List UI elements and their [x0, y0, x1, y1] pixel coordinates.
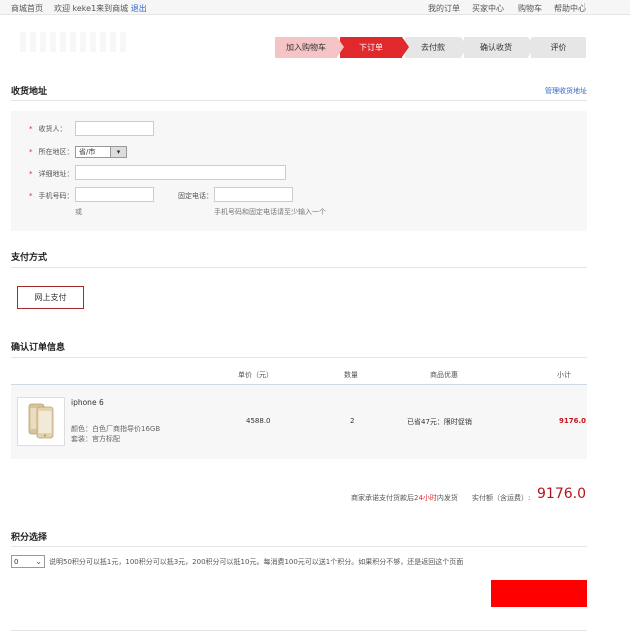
phone-hint: 手机号码和固定电话请至少输入一个 [214, 208, 326, 216]
welcome-label: 欢迎 keke1来到商城 [54, 4, 129, 13]
buyer-center-link[interactable]: 买家中心 [472, 3, 504, 14]
address-divider [11, 100, 587, 101]
mobile-label: * 手机号码： [29, 192, 74, 200]
topbar-divider [584, 3, 585, 12]
my-orders-link[interactable]: 我的订单 [428, 3, 460, 14]
price-header: 单价（元） [238, 371, 273, 379]
detail-address-input[interactable] [75, 165, 286, 180]
payment-divider [11, 267, 587, 268]
receiver-input[interactable] [75, 121, 154, 136]
region-select[interactable]: 省/市 ▾ [75, 146, 127, 158]
delivery-promise-prefix: 商家承诺支付货款后 [351, 494, 414, 502]
total-amount: 9176.0 [537, 486, 586, 502]
discount-header: 商品优惠 [430, 371, 458, 379]
or-text: 或 [75, 208, 82, 216]
bottom-divider [11, 630, 587, 631]
receiver-label: * 收货人： [29, 125, 67, 133]
welcome-text: 欢迎 keke1来到商城 退出 [54, 3, 147, 14]
points-select[interactable]: 0 ⌄ [11, 555, 45, 568]
phone-image [28, 403, 54, 439]
order-section-title: 确认订单信息 [11, 343, 66, 353]
phone-label: 固定电话： [178, 192, 213, 200]
manage-address-link[interactable]: 管理收货地址 [545, 86, 587, 96]
step-place-order-label: 下订单 [359, 43, 383, 52]
points-note: 说明50积分可以抵1元，100积分可以抵3元，200积分可以抵10元。每消费10… [49, 558, 464, 566]
unit-price: 4588.0 [246, 417, 271, 425]
order-steps: 加入购物车 下订单 去付款 确认收货 评价 [275, 37, 589, 58]
logout-link[interactable]: 退出 [131, 4, 147, 13]
discount-value: 已省47元：限时促销 [407, 418, 472, 426]
total-label: 实付额（含运费）: [472, 494, 531, 502]
chevron-down-icon: ▾ [110, 147, 126, 157]
step-pay: 去付款 [405, 37, 468, 58]
online-payment-option[interactable]: 网上支付 [17, 286, 84, 309]
help-center-link[interactable]: 帮助中心 [554, 3, 586, 14]
delivery-promise-suffix: 内发货 [436, 494, 458, 502]
quantity-value: 2 [350, 417, 355, 425]
mobile-label-text: 手机号码： [38, 192, 74, 200]
product-color: 颜色：白色厂商指导价16GB [71, 425, 161, 433]
product-package: 套装：官方标配 [71, 435, 120, 443]
chevron-down-icon: ⌄ [35, 557, 42, 566]
step-review: 评价 [531, 37, 586, 58]
mobile-input[interactable] [75, 187, 154, 202]
points-section-title: 积分选择 [11, 533, 48, 543]
submit-order-button[interactable] [491, 580, 587, 607]
step-place-order: 下订单 [340, 37, 409, 58]
top-links: 我的订单 买家中心 购物车 帮助中心 [416, 3, 586, 14]
product-name[interactable]: iphone 6 [71, 398, 104, 407]
order-item-row [11, 384, 587, 459]
home-link[interactable]: 商城首页 [11, 3, 43, 14]
points-select-value: 0 [14, 557, 19, 566]
step-review-label: 评价 [550, 43, 567, 52]
order-divider [11, 357, 587, 358]
points-divider [11, 546, 587, 547]
step-add-cart-label: 加入购物车 [286, 43, 326, 52]
phone-input[interactable] [214, 187, 293, 202]
delivery-promise: 商家承诺支付货款后24小时内发货 [351, 493, 458, 503]
top-bar: 商城首页 欢迎 keke1来到商城 退出 我的订单 买家中心 购物车 帮助中心 [0, 0, 630, 15]
address-section-title: 收货地址 [11, 87, 48, 97]
detail-address-label-text: 详细地址： [38, 170, 74, 178]
delivery-promise-hours: 24小时 [414, 494, 437, 502]
subtotal-value: 9176.0 [559, 417, 587, 425]
step-confirm-receipt: 确认收货 [464, 37, 535, 58]
receiver-label-text: 收货人： [38, 125, 67, 133]
payment-section-title: 支付方式 [11, 253, 48, 263]
logo [20, 32, 130, 52]
product-image[interactable] [17, 397, 65, 446]
step-confirm-receipt-label: 确认收货 [480, 43, 512, 52]
quantity-header: 数量 [344, 371, 358, 379]
cart-link[interactable]: 购物车 [518, 3, 542, 14]
region-label-text: 所在地区： [38, 148, 74, 156]
detail-address-label: * 详细地址： [29, 170, 74, 178]
subtotal-header: 小计 [557, 371, 571, 379]
region-label: * 所在地区： [29, 148, 74, 156]
step-add-cart: 加入购物车 [275, 37, 344, 58]
step-pay-label: 去付款 [421, 43, 445, 52]
region-select-value: 省/市 [79, 148, 96, 156]
